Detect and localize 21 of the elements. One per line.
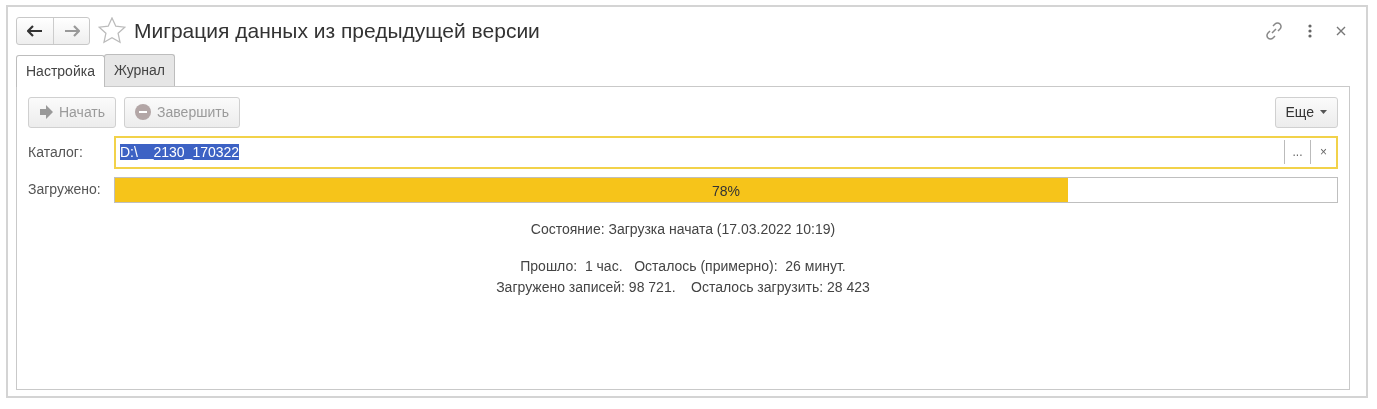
tab[interactable]: Журнал bbox=[103, 53, 175, 86]
forward-arrow-icon bbox=[63, 24, 80, 37]
link-icon[interactable] bbox=[1264, 20, 1284, 41]
catalog-field[interactable]: D:\__2130_170322 ... × bbox=[114, 135, 1338, 169]
window-title: Миграция данных из предыдущей версии bbox=[134, 18, 540, 44]
stop-icon bbox=[135, 104, 152, 120]
caret-icon bbox=[1320, 110, 1327, 114]
statistics-text: Загружено записей: 98 721. Осталось загрузить: 28 423 bbox=[496, 277, 870, 297]
right-arrow-icon bbox=[39, 105, 53, 119]
tab[interactable]: Настройка bbox=[16, 54, 105, 87]
statistics-text: Прошло: 1 час. Осталось (примерно): 26 минут. bbox=[520, 256, 846, 276]
star-icon[interactable] bbox=[98, 17, 126, 45]
progress-label: Загружено: bbox=[28, 180, 102, 199]
close-icon[interactable] bbox=[1336, 25, 1346, 36]
more-options-icon[interactable] bbox=[1308, 23, 1312, 38]
status-text: Состояние: Загрузка начата (17.03.2022 10:19) bbox=[529, 219, 837, 239]
catalog-path: D:\__2130_170322 bbox=[120, 143, 240, 160]
more-button[interactable]: Еще bbox=[1274, 96, 1338, 128]
progress-percent: 78% bbox=[711, 181, 741, 201]
back-arrow-icon bbox=[27, 24, 43, 37]
catalog-label: Каталог: bbox=[28, 142, 84, 162]
